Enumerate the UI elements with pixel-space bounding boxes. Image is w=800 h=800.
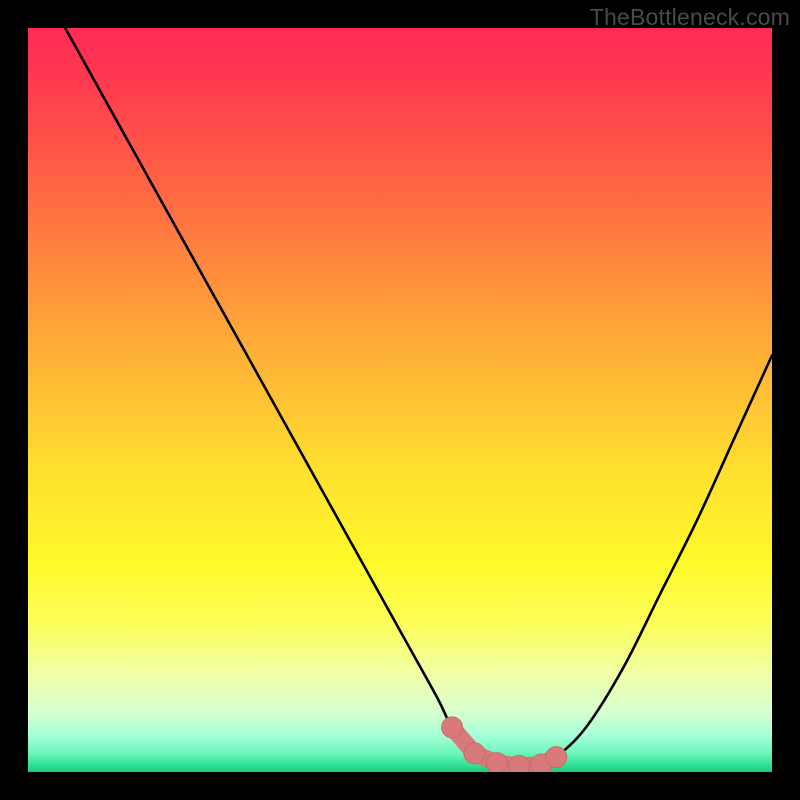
marker-point bbox=[509, 756, 530, 772]
watermark-label: TheBottleneck.com bbox=[590, 4, 790, 31]
marker-group bbox=[442, 717, 567, 772]
marker-point bbox=[486, 753, 507, 772]
chart-frame: TheBottleneck.com bbox=[0, 0, 800, 800]
bottleneck-curve-svg bbox=[28, 28, 772, 772]
plot-area bbox=[28, 28, 772, 772]
marker-point bbox=[546, 747, 567, 768]
bottleneck-curve-path bbox=[65, 28, 772, 766]
marker-point bbox=[442, 717, 463, 738]
marker-point bbox=[464, 743, 485, 764]
